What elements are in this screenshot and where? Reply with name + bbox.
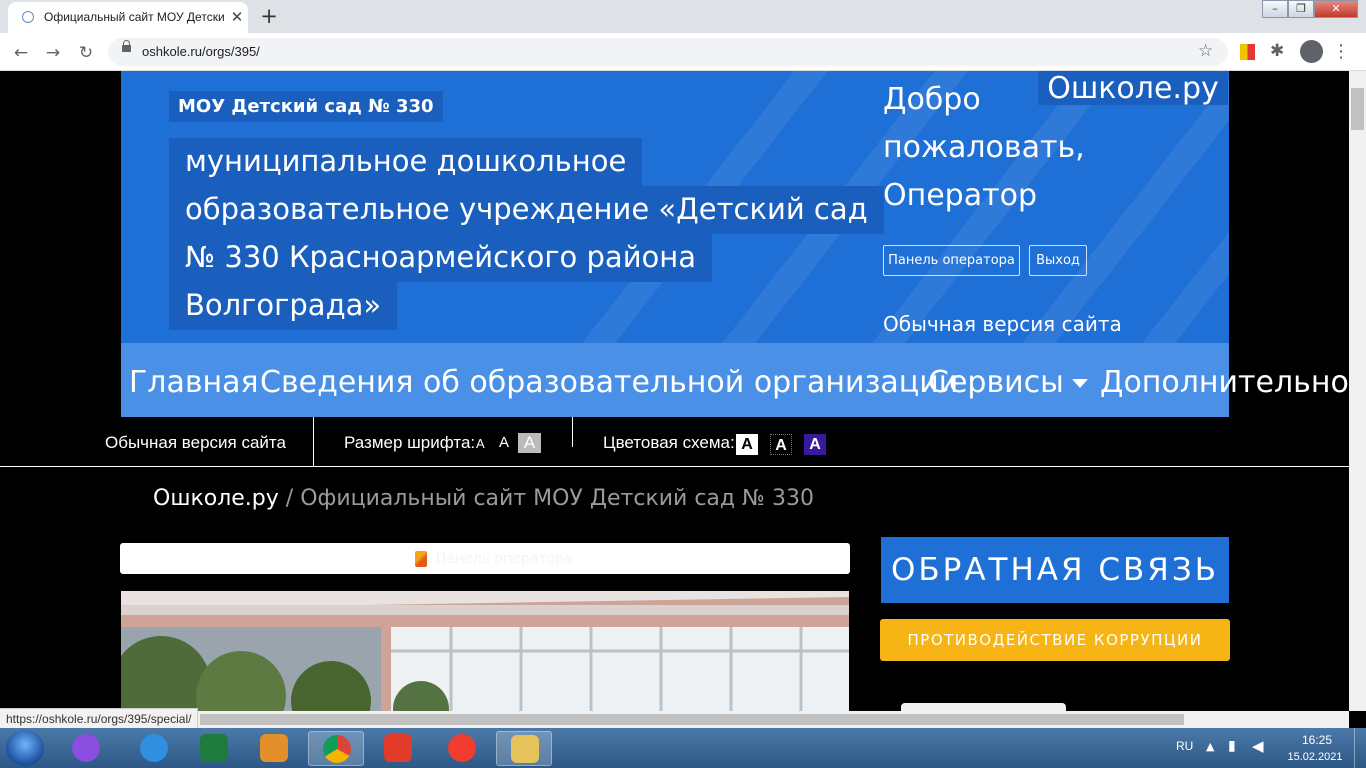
org-full-name-line-4: Волгограда» [169, 282, 398, 330]
yandex-browser-icon [384, 734, 412, 762]
normal-version-link[interactable]: Обычная версия сайта [883, 312, 1122, 336]
menu-item-services-label: Сервисы [928, 365, 1064, 400]
clock-time[interactable]: 16:25 [1290, 733, 1344, 747]
font-size-large[interactable]: А [518, 433, 541, 453]
media-player-icon [260, 734, 288, 762]
breadcrumb-root-link[interactable]: Ошколе.ру [153, 486, 279, 511]
org-full-name-line-3: № 330 Красноармейского района [169, 234, 713, 282]
clock-date[interactable]: 15.02.2021 [1283, 751, 1347, 763]
menu-item-home[interactable]: Главная [129, 365, 259, 400]
bookmark-star-icon[interactable]: ☆ [1198, 41, 1213, 61]
menu-item-additional-label: Дополнительно [1100, 365, 1349, 400]
org-short-name: МОУ Детский сад № 330 [169, 91, 443, 122]
divider [313, 417, 314, 466]
taskbar-explorer[interactable] [496, 731, 552, 766]
extensions-puzzle-icon[interactable]: ✱ [1270, 41, 1284, 61]
divider [572, 417, 573, 447]
language-indicator[interactable]: RU [1176, 739, 1193, 753]
taskbar-yandex[interactable] [434, 731, 490, 766]
close-tab-icon[interactable]: ✕ [227, 7, 247, 27]
tray-expand-icon[interactable]: ▲ [1206, 740, 1214, 753]
site-brand-link[interactable]: Ошколе.ру [1038, 71, 1228, 106]
folder-icon [511, 735, 539, 763]
lock-icon[interactable] [122, 40, 131, 52]
minimize-icon[interactable]: – [1262, 0, 1288, 18]
menu-item-additional[interactable]: Дополнительно [1100, 365, 1366, 400]
chrome-icon [323, 735, 351, 763]
color-scheme-label: Цветовая схема: [603, 433, 735, 452]
anticorruption-button[interactable]: ПРОТИВОДЕЙСТВИЕ КОРРУПЦИИ [880, 619, 1230, 661]
building-photo-drawing [121, 591, 849, 711]
tab-title: Официальный сайт МОУ Детский сад № 330 [44, 10, 224, 24]
menu-item-services[interactable]: Сервисы [928, 365, 1088, 400]
logout-button[interactable]: Выход [1029, 245, 1087, 276]
extension-flag-icon[interactable] [1240, 44, 1255, 60]
profile-avatar-icon[interactable] [1300, 40, 1323, 63]
vertical-scroll-thumb[interactable] [1351, 88, 1364, 130]
yandex-icon [448, 734, 476, 762]
globe-icon [22, 11, 34, 23]
back-arrow-icon[interactable]: ← [8, 40, 34, 66]
taskbar-yandex-browser[interactable] [370, 731, 426, 766]
building-photo [121, 591, 849, 711]
forward-arrow-icon[interactable]: → [40, 40, 66, 66]
url-text[interactable]: oshkole.ru/orgs/395/ [142, 44, 260, 59]
color-scheme-black[interactable]: А [770, 434, 792, 455]
operator-panel-label[interactable]: Панель оператора [436, 551, 573, 567]
breadcrumb: Ошколе.ру / Официальный сайт МОУ Детский… [153, 486, 814, 511]
font-size-medium[interactable]: А [499, 434, 509, 451]
status-bar-url: https://oshkole.ru/orgs/395/special/ [0, 708, 199, 730]
menu-item-org-info[interactable]: Сведения об образовательной организации [260, 365, 958, 400]
color-scheme-blue[interactable]: А [804, 434, 826, 455]
font-size-label: Размер шрифта: [344, 433, 476, 452]
org-full-name-line-1: муниципальное дошкольное [169, 138, 643, 186]
excel-icon [200, 734, 228, 762]
volume-icon[interactable]: ◀ [1252, 737, 1264, 755]
browser-menu-icon[interactable]: ⋮ [1332, 41, 1350, 62]
font-size-small[interactable]: А [476, 436, 485, 451]
org-full-name-line-2: образовательное учреждение «Детский сад [169, 186, 884, 234]
browser-tab[interactable]: Официальный сайт МОУ Детский сад № 330 ✕ [8, 2, 248, 33]
operator-panel-button[interactable]: Панель оператора [883, 245, 1020, 276]
taskbar-alice[interactable] [58, 731, 114, 766]
alice-icon [72, 734, 100, 762]
taskbar-media[interactable] [246, 731, 302, 766]
start-button[interactable] [6, 730, 44, 766]
acc-normal-version-link[interactable]: Обычная версия сайта [105, 433, 286, 453]
address-bar[interactable] [108, 38, 1228, 66]
restore-icon[interactable]: ❐ [1288, 0, 1314, 18]
breadcrumb-current: Официальный сайт МОУ Детский сад № 330 [300, 486, 814, 511]
show-desktop-button[interactable] [1354, 728, 1366, 768]
feedback-button[interactable]: ОБРАТНАЯ СВЯЗЬ [881, 537, 1229, 603]
greeting-line-3: Оператор [883, 178, 1037, 213]
vertical-scrollbar[interactable] [1349, 71, 1366, 711]
new-tab-icon[interactable]: + [256, 5, 282, 29]
pencil-icon [415, 551, 427, 567]
internet-explorer-icon [140, 734, 168, 762]
taskbar-ie[interactable] [126, 731, 182, 766]
caret-down-icon [1071, 379, 1088, 388]
color-scheme-white[interactable]: А [736, 434, 758, 455]
window-close-icon[interactable]: ✕ [1314, 0, 1358, 18]
network-icon[interactable]: ▮ [1228, 738, 1236, 754]
reload-icon[interactable]: ↻ [73, 40, 99, 66]
taskbar-chrome[interactable] [308, 731, 364, 766]
horizontal-scroll-thumb[interactable] [200, 714, 1184, 725]
taskbar-excel[interactable] [186, 731, 242, 766]
breadcrumb-separator: / [278, 486, 301, 511]
greeting-line-2: пожаловать, [883, 130, 1085, 165]
